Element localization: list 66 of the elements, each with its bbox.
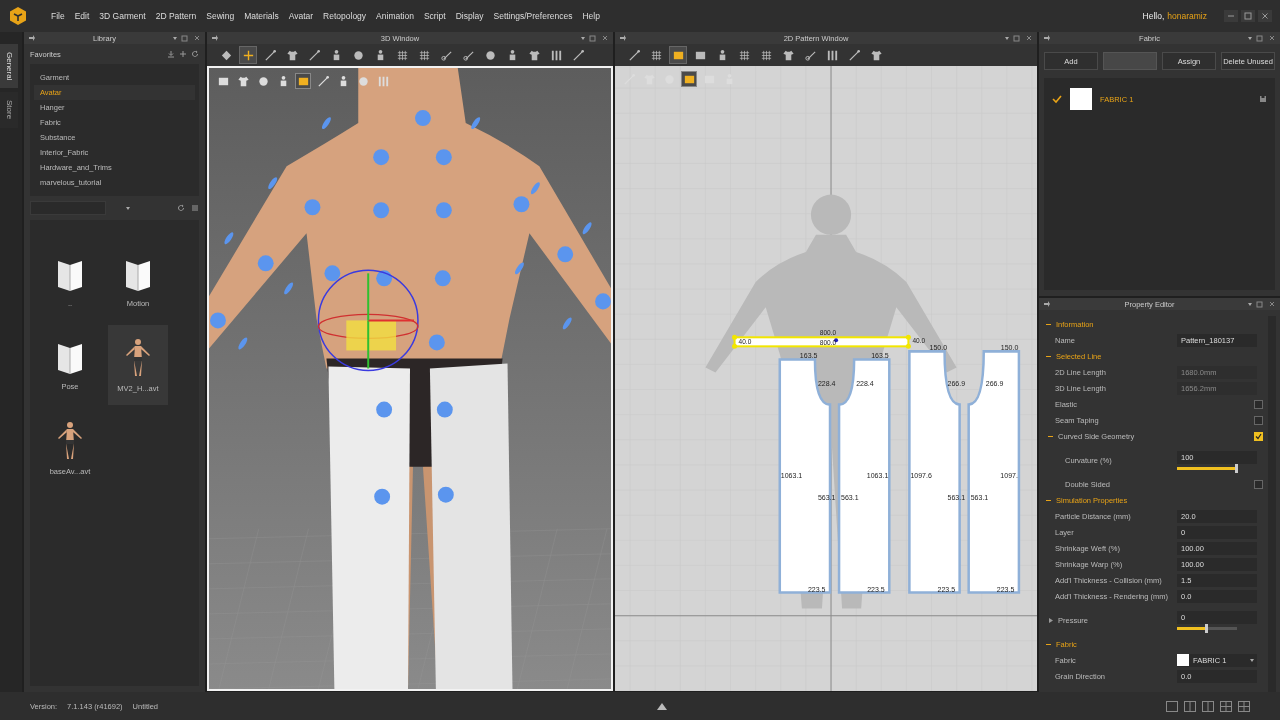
float-icon[interactable] — [1013, 34, 1021, 42]
waistband-piece[interactable] — [732, 334, 911, 349]
slider-track[interactable] — [1177, 626, 1237, 630]
close-icon[interactable] — [193, 34, 201, 42]
float-icon[interactable] — [181, 34, 189, 42]
caret-icon[interactable] — [581, 36, 585, 40]
plus-icon[interactable] — [239, 46, 257, 64]
caret-icon[interactable] — [1005, 36, 1009, 40]
logo-icon[interactable] — [8, 6, 28, 26]
refresh-icon[interactable] — [191, 50, 199, 58]
menu-item[interactable]: Animation — [371, 9, 419, 23]
download-icon[interactable] — [167, 50, 175, 58]
square-icon[interactable] — [681, 71, 697, 87]
menu-item[interactable]: Retopology — [318, 9, 372, 23]
side-tab[interactable]: Store — [0, 92, 18, 128]
pin-icon[interactable] — [211, 34, 219, 42]
menu-item[interactable]: 2D Pattern — [150, 9, 202, 23]
expand-icon[interactable] — [1047, 616, 1054, 624]
caret-icon[interactable] — [1248, 302, 1252, 306]
float-icon[interactable] — [589, 34, 597, 42]
menu-item[interactable]: Settings/Preferences — [488, 9, 578, 23]
menu-item[interactable]: Help — [577, 9, 605, 23]
layout-icon[interactable] — [1238, 700, 1250, 712]
username-link[interactable]: honaramiz — [1167, 11, 1207, 21]
refresh-icon[interactable] — [177, 204, 185, 212]
avatar-figure-icon — [124, 337, 152, 378]
square-icon[interactable] — [669, 46, 687, 64]
pin-icon[interactable] — [1043, 300, 1051, 308]
slider-track[interactable] — [1177, 466, 1237, 470]
caret-icon[interactable] — [173, 36, 177, 40]
close-icon[interactable] — [1268, 300, 1276, 308]
side-tab[interactable]: General — [0, 44, 18, 89]
menu-item[interactable]: Materials — [239, 9, 284, 23]
greeting-text: Hello, — [1142, 11, 1165, 21]
checkbox[interactable] — [1254, 431, 1263, 441]
square-icon[interactable] — [295, 73, 311, 89]
float-icon[interactable] — [1256, 300, 1264, 308]
close-icon[interactable] — [1025, 34, 1033, 42]
pin-icon[interactable] — [619, 34, 627, 42]
plus-icon[interactable] — [179, 50, 187, 58]
layout-icon[interactable] — [1220, 700, 1232, 712]
checkbox[interactable] — [1254, 479, 1263, 489]
layout-icon[interactable] — [1184, 700, 1196, 712]
restore-icon[interactable] — [1241, 10, 1255, 22]
save-icon[interactable] — [1259, 95, 1267, 103]
expand-icon[interactable] — [657, 702, 667, 710]
menu-item[interactable]: Edit — [69, 9, 95, 23]
layout-icon[interactable] — [1166, 700, 1178, 712]
float-icon[interactable] — [1256, 34, 1264, 42]
menu-item[interactable]: Script — [418, 9, 451, 23]
checkbox[interactable] — [1254, 415, 1263, 425]
checkbox[interactable] — [1254, 399, 1263, 409]
menu-item[interactable]: Avatar — [283, 9, 319, 23]
menu-item[interactable]: 3D Garment — [94, 9, 151, 23]
pin-icon[interactable] — [28, 34, 36, 42]
close-icon[interactable] — [1268, 34, 1276, 42]
layout-icon[interactable] — [1202, 700, 1214, 712]
menu-item[interactable]: Sewing — [201, 9, 240, 23]
pin-icon[interactable] — [1043, 34, 1051, 42]
avatar-figure-icon — [56, 420, 84, 461]
close-icon[interactable] — [601, 34, 609, 42]
menu-item[interactable]: Display — [450, 9, 489, 23]
caret-icon[interactable] — [1248, 36, 1252, 40]
menu-item[interactable]: File — [46, 9, 70, 23]
close-icon[interactable] — [1258, 10, 1272, 22]
caret-icon[interactable] — [126, 206, 130, 210]
